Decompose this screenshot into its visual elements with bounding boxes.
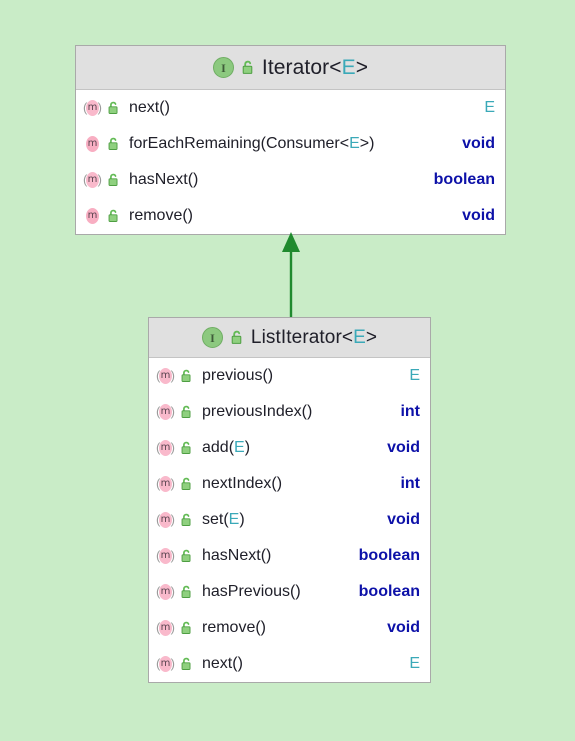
abstract-method-icon: (m) <box>156 403 175 420</box>
unlocked-padlock-icon <box>180 405 194 420</box>
abstract-method-icon: (m) <box>156 367 175 384</box>
abstract-method-icon: (m) <box>156 619 175 636</box>
abstract-method-icon: (m) <box>156 439 175 456</box>
member-signature: set(E) <box>202 511 245 528</box>
abstract-method-icon: (m) <box>83 99 102 116</box>
member-signature: next() <box>129 99 170 116</box>
member-return-type: E <box>484 99 495 116</box>
member-row[interactable]: (m) add(E) void <box>149 430 430 466</box>
member-row[interactable]: m remove() void <box>76 198 505 234</box>
member-return-type: boolean <box>433 171 495 188</box>
member-row[interactable]: (m) previousIndex() int <box>149 394 430 430</box>
member-signature: hasPrevious() <box>202 583 301 600</box>
generic-open-bracket: < <box>329 55 342 79</box>
member-return-type: void <box>387 619 420 636</box>
unlocked-padlock-icon <box>180 369 194 384</box>
member-return-type: void <box>462 135 495 152</box>
member-signature: hasNext() <box>202 547 272 564</box>
unlocked-padlock-icon <box>180 585 194 600</box>
unlocked-padlock-icon <box>180 549 194 564</box>
abstract-method-icon: (m) <box>156 475 175 492</box>
member-row[interactable]: (m) set(E) void <box>149 502 430 538</box>
member-row[interactable]: (m) previous() E <box>149 358 430 394</box>
member-row[interactable]: (m) next() E <box>76 90 505 126</box>
unlocked-padlock-icon <box>241 60 255 75</box>
method-icon: m <box>84 207 101 225</box>
member-signature: previousIndex() <box>202 403 313 420</box>
member-list-listiterator: (m) previous() E (m) previousIndex() int… <box>149 358 430 682</box>
unlocked-padlock-icon <box>107 101 121 116</box>
interface-icon: I <box>201 327 223 348</box>
unlocked-padlock-icon <box>180 513 194 528</box>
method-icon: m <box>84 135 101 153</box>
member-return-type: void <box>462 207 495 224</box>
generic-close-bracket: > <box>355 55 369 79</box>
member-return-type: E <box>409 655 420 672</box>
generic-type-parameter: E <box>341 55 356 79</box>
member-row[interactable]: m forEachRemaining(Consumer<E>) void <box>76 126 505 162</box>
unlocked-padlock-icon <box>107 209 121 224</box>
member-signature: remove() <box>202 619 267 636</box>
generic-open-bracket: < <box>341 326 354 348</box>
class-box-iterator[interactable]: I Iterator<E> (m) next() E m forEachRema… <box>75 45 506 235</box>
interface-icon: I <box>212 57 234 78</box>
member-row[interactable]: (m) remove() void <box>149 610 430 646</box>
unlocked-padlock-icon <box>107 137 121 152</box>
member-return-type: int <box>400 403 420 420</box>
unlocked-padlock-icon <box>230 330 244 345</box>
member-return-type: boolean <box>358 583 420 600</box>
member-signature: previous() <box>202 367 274 384</box>
unlocked-padlock-icon <box>180 441 194 456</box>
abstract-method-icon: (m) <box>156 511 175 528</box>
member-signature: hasNext() <box>129 171 199 188</box>
abstract-method-icon: (m) <box>83 171 102 188</box>
member-signature: add(E) <box>202 439 251 456</box>
member-signature: next() <box>202 655 243 672</box>
abstract-method-icon: (m) <box>156 583 175 600</box>
uml-diagram-canvas: I Iterator<E> (m) next() E m forEachRema… <box>0 0 575 741</box>
generic-type-parameter: E <box>353 326 366 348</box>
member-signature: forEachRemaining(Consumer<E>) <box>129 135 375 152</box>
member-row[interactable]: (m) hasNext() boolean <box>76 162 505 198</box>
member-row[interactable]: (m) hasPrevious() boolean <box>149 574 430 610</box>
member-return-type: boolean <box>358 547 420 564</box>
class-header-iterator[interactable]: I Iterator<E> <box>76 46 505 90</box>
member-return-type: E <box>409 367 420 384</box>
class-header-listiterator[interactable]: I ListIterator<E> <box>149 318 430 358</box>
member-list-iterator: (m) next() E m forEachRemaining(Consumer… <box>76 90 505 234</box>
unlocked-padlock-icon <box>180 477 194 492</box>
unlocked-padlock-icon <box>180 657 194 672</box>
member-signature: nextIndex() <box>202 475 283 492</box>
member-row[interactable]: (m) nextIndex() int <box>149 466 430 502</box>
member-row[interactable]: (m) hasNext() boolean <box>149 538 430 574</box>
class-title-iterator: Iterator<E> <box>262 56 368 80</box>
member-signature: remove() <box>129 207 194 224</box>
abstract-method-icon: (m) <box>156 547 175 564</box>
class-name-text: Iterator <box>261 55 330 79</box>
generic-close-bracket: > <box>365 326 378 348</box>
class-box-listiterator[interactable]: I ListIterator<E> (m) previous() E (m)… <box>148 317 431 683</box>
member-row[interactable]: (m) next() E <box>149 646 430 682</box>
member-return-type: void <box>387 511 420 528</box>
inheritance-arrow <box>282 232 300 320</box>
class-title-listiterator: ListIterator<E> <box>251 327 377 349</box>
member-return-type: void <box>387 439 420 456</box>
member-return-type: int <box>400 475 420 492</box>
unlocked-padlock-icon <box>180 621 194 636</box>
unlocked-padlock-icon <box>107 173 121 188</box>
abstract-method-icon: (m) <box>156 655 175 672</box>
class-name-text: ListIterator <box>250 326 342 348</box>
